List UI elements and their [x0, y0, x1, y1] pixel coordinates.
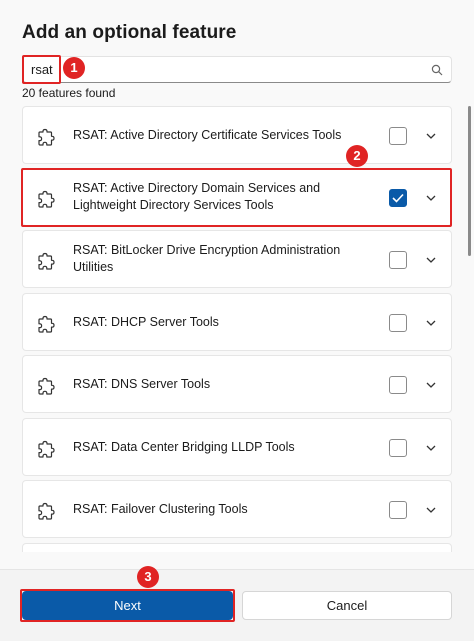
puzzle-piece-icon [38, 190, 55, 208]
feature-item-label: RSAT: Active Directory Domain Services a… [73, 181, 321, 212]
feature-checkbox[interactable] [389, 314, 407, 332]
next-button[interactable]: Next [22, 591, 233, 620]
feature-item[interactable]: RSAT: Data Center Bridging LLDP Tools [22, 418, 452, 476]
feature-checkbox-checked[interactable] [389, 189, 407, 207]
chevron-down-icon[interactable] [425, 317, 437, 329]
search-icon [431, 64, 443, 76]
chevron-down-icon[interactable] [425, 379, 437, 391]
add-optional-feature-dialog: Add an optional feature rsat 1 20 featur… [0, 0, 474, 641]
step-badge-3: 3 [137, 566, 159, 588]
scrollbar[interactable] [468, 106, 471, 256]
puzzle-piece-icon [38, 377, 55, 395]
feature-item-partial[interactable] [22, 543, 452, 552]
puzzle-piece-icon [38, 252, 55, 270]
feature-item[interactable]: RSAT: DHCP Server Tools [22, 293, 452, 351]
puzzle-piece-icon [38, 502, 55, 520]
feature-checkbox[interactable] [389, 251, 407, 269]
puzzle-piece-icon [38, 440, 55, 458]
step-badge-1: 1 [63, 57, 85, 79]
cancel-button[interactable]: Cancel [242, 591, 452, 620]
feature-checkbox[interactable] [389, 501, 407, 519]
puzzle-piece-icon [38, 315, 55, 333]
feature-item-label: RSAT: Data Center Bridging LLDP Tools [73, 439, 295, 454]
feature-checkbox[interactable] [389, 376, 407, 394]
feature-item-label: RSAT: Active Directory Certificate Servi… [73, 127, 342, 142]
feature-item[interactable]: RSAT: BitLocker Drive Encryption Adminis… [22, 230, 452, 288]
feature-item[interactable]: RSAT: Active Directory Domain Services a… [22, 168, 452, 226]
feature-item[interactable]: RSAT: Failover Clustering Tools [22, 480, 452, 538]
search-input-value: rsat [31, 62, 53, 77]
search-input[interactable]: rsat [22, 56, 452, 83]
chevron-down-icon[interactable] [425, 442, 437, 454]
step-badge-2: 2 [346, 145, 368, 167]
feature-item-label: RSAT: DHCP Server Tools [73, 314, 219, 329]
feature-item-label: RSAT: Failover Clustering Tools [73, 501, 248, 516]
dialog-title: Add an optional feature [22, 22, 237, 43]
feature-item[interactable]: RSAT: DNS Server Tools [22, 355, 452, 413]
features-found-count: 20 features found [22, 86, 116, 100]
chevron-down-icon[interactable] [425, 254, 437, 266]
feature-checkbox[interactable] [389, 439, 407, 457]
chevron-down-icon[interactable] [425, 130, 437, 142]
chevron-down-icon[interactable] [425, 504, 437, 516]
feature-item[interactable]: RSAT: Active Directory Certificate Servi… [22, 106, 452, 164]
feature-item-label: RSAT: DNS Server Tools [73, 376, 211, 391]
checkmark-icon [392, 193, 404, 203]
chevron-down-icon[interactable] [425, 192, 437, 204]
feature-item-label: RSAT: BitLocker Drive Encryption Adminis… [73, 243, 341, 274]
feature-checkbox[interactable] [389, 127, 407, 145]
puzzle-piece-icon [38, 128, 55, 146]
feature-list: RSAT: Active Directory Certificate Servi… [22, 106, 462, 552]
